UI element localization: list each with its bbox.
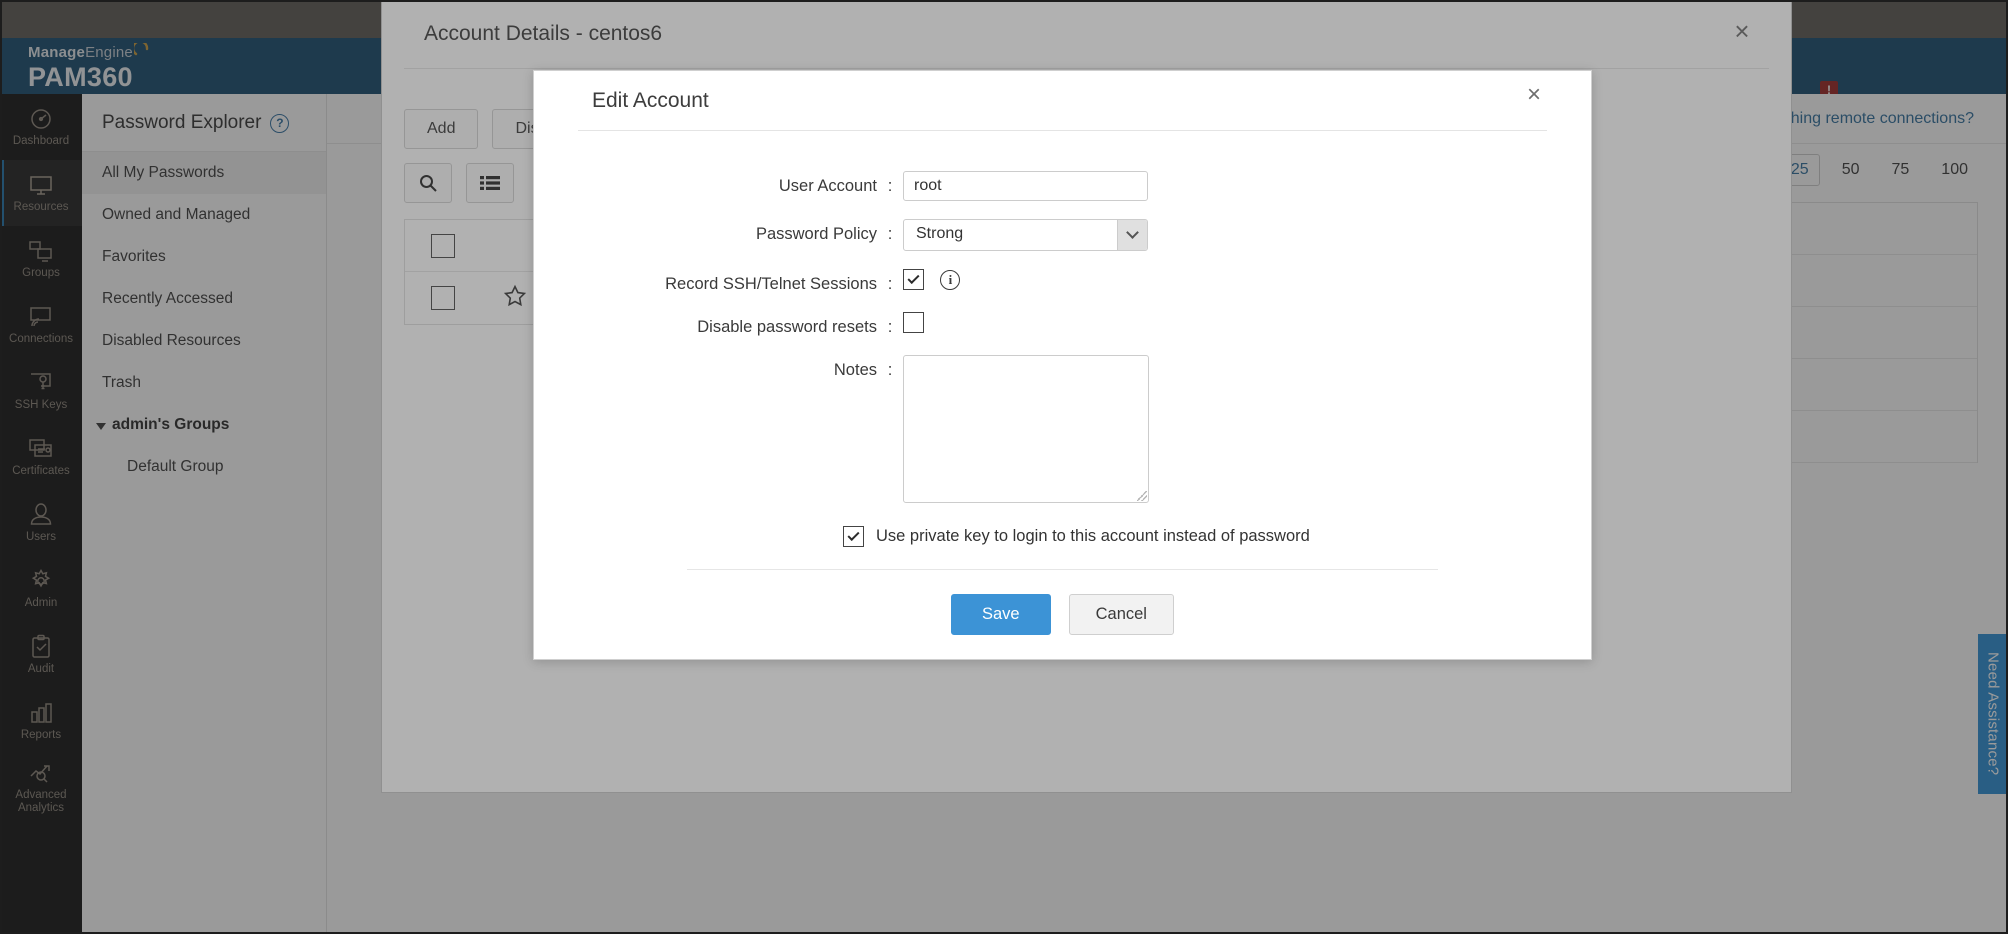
save-button[interactable]: Save <box>951 594 1051 635</box>
resize-handle-icon[interactable] <box>1137 491 1147 501</box>
password-policy-field-wrap: Strong <box>903 219 1591 251</box>
field-row-record-sessions: Record SSH/Telnet Sessions : i <box>534 269 1591 294</box>
chevron-down-icon[interactable] <box>1117 220 1147 250</box>
notes-field-wrap <box>903 355 1591 508</box>
label-colon: : <box>887 225 893 243</box>
edit-account-title: Edit Account <box>592 88 709 112</box>
private-key-checkbox[interactable] <box>843 526 864 547</box>
edit-account-form: User Account : Password Policy : Strong … <box>534 131 1591 635</box>
user-account-input[interactable] <box>903 171 1148 201</box>
field-row-password-policy: Password Policy : Strong <box>534 219 1591 251</box>
record-sessions-field-wrap: i <box>903 269 1591 290</box>
close-icon[interactable]: × <box>1521 83 1547 107</box>
edit-account-actions: Save Cancel <box>534 594 1591 635</box>
field-row-disable-resets: Disable password resets : <box>534 312 1591 337</box>
user-account-label: User Account <box>778 177 877 195</box>
screen: ManageEngine PAM360 ! Dashboard Resource… <box>0 0 2008 934</box>
info-icon[interactable]: i <box>940 269 961 290</box>
private-key-label: Use private key to login to this account… <box>876 527 1310 545</box>
label-colon: : <box>887 318 893 336</box>
edit-account-modal: Edit Account × User Account : Password P… <box>533 70 1592 660</box>
modal-divider <box>687 569 1438 570</box>
record-sessions-checkbox[interactable] <box>903 269 924 290</box>
record-sessions-label: Record SSH/Telnet Sessions <box>665 275 877 293</box>
label-colon: : <box>887 361 893 379</box>
field-row-user-account: User Account : <box>534 171 1591 201</box>
label-colon: : <box>887 177 893 195</box>
field-row-notes: Notes : <box>534 355 1591 508</box>
cancel-button[interactable]: Cancel <box>1068 594 1174 635</box>
label-colon: : <box>887 275 893 293</box>
edit-account-header: Edit Account × <box>578 71 1547 131</box>
user-account-field-wrap <box>903 171 1591 201</box>
disable-resets-checkbox[interactable] <box>903 312 924 333</box>
disable-resets-field-wrap <box>903 312 1591 333</box>
notes-label: Notes <box>833 361 877 379</box>
password-policy-label: Password Policy <box>755 225 877 243</box>
disable-resets-label: Disable password resets <box>697 318 877 336</box>
private-key-row: Use private key to login to this account… <box>843 526 1591 547</box>
notes-textarea[interactable] <box>903 355 1149 503</box>
password-policy-select[interactable]: Strong <box>903 219 1148 251</box>
password-policy-value: Strong <box>916 225 964 242</box>
